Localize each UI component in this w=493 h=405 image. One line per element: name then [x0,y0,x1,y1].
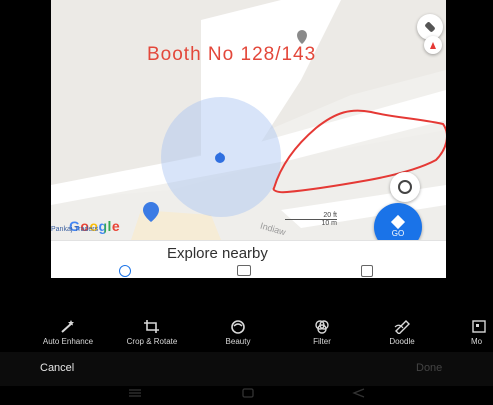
explore-tab-icon [119,265,131,277]
wand-icon [61,320,74,333]
compass-needle-icon [430,41,436,49]
tool-filter[interactable]: Filter [290,319,354,346]
crop-icon [144,320,159,333]
mosaic-icon [472,320,486,333]
my-location-button[interactable] [390,172,420,202]
location-dot [213,150,227,164]
layers-icon [424,21,436,33]
tool-label: Crop & Rotate [126,337,178,346]
crosshair-icon [398,180,412,194]
navigate-icon [390,214,406,229]
tab-explore[interactable] [119,265,133,277]
annotation-text: Booth No 128/143 [147,44,317,65]
tool-label: Mo [471,337,483,346]
scale-bottom: 10 m [321,220,337,227]
tool-crop-rotate[interactable]: Crop & Rotate [120,319,184,346]
place-label: Pankaj Traders [51,226,99,233]
go-label: GO [391,228,405,238]
cancel-button[interactable]: Cancel [40,362,74,374]
done-button[interactable]: Done [416,362,442,374]
doodle-icon [394,320,410,334]
tool-label: Doodle [389,337,415,346]
map-scale: 20 ft 10 m [285,212,337,227]
tool-label: Beauty [225,337,251,346]
menu-nav-icon[interactable] [128,385,142,397]
commute-tab-icon [237,265,251,276]
tool-doodle[interactable]: Doodle [370,319,434,346]
tool-mosaic[interactable]: Mo [455,319,493,346]
for-you-tab-icon [361,265,373,277]
scale-top: 20 ft [285,212,337,220]
filter-icon [315,320,329,334]
north-button[interactable] [424,36,442,54]
explore-title: Explore nearby [167,245,268,262]
tool-auto-enhance[interactable]: Auto Enhance [36,319,100,346]
photo-preview[interactable]: Booth No 128/143 GO 20 ft 10 m Google Pa… [51,0,446,278]
back-nav-icon[interactable] [352,385,366,398]
tool-label: Auto Enhance [42,337,94,346]
beauty-icon [231,320,245,334]
home-nav-icon[interactable] [241,385,255,398]
tab-commute[interactable] [237,265,251,276]
tool-beauty[interactable]: Beauty [206,319,270,346]
tab-for-you[interactable] [361,265,375,277]
tool-label: Filter [313,337,331,346]
